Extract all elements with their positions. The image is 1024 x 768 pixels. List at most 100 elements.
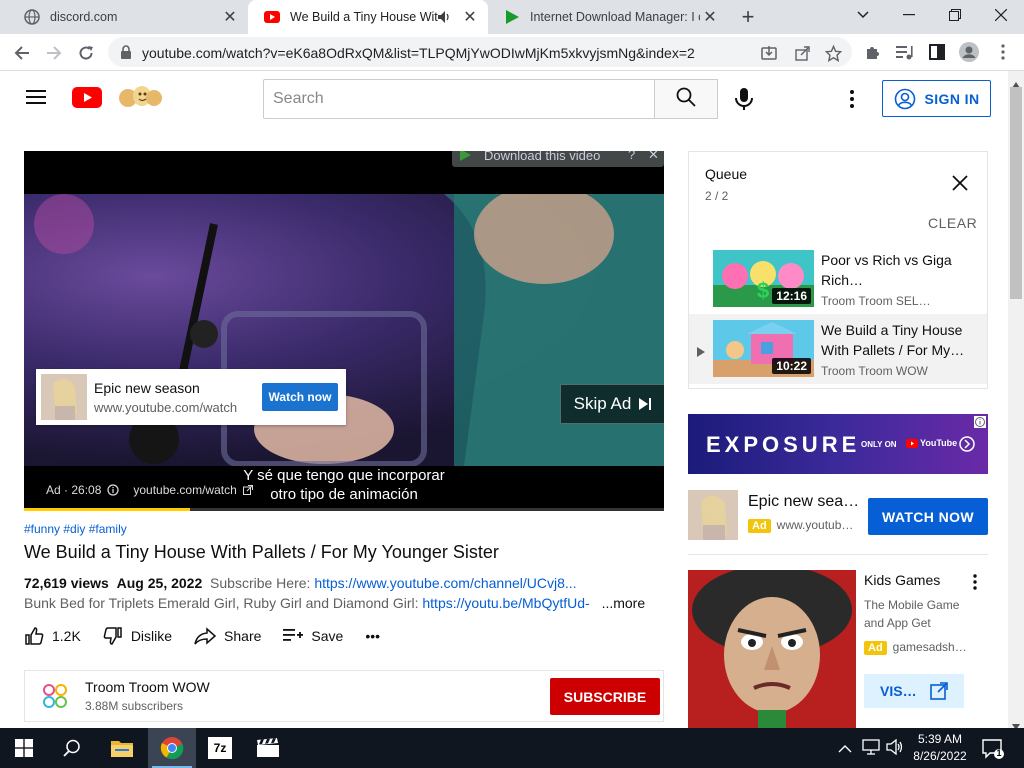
volume-icon[interactable] xyxy=(886,738,904,760)
settings-more-icon[interactable] xyxy=(850,90,854,113)
extensions-puzzle-icon[interactable] xyxy=(862,41,884,63)
more-actions-button[interactable]: ••• xyxy=(365,628,380,644)
subscribe-button[interactable]: SUBSCRIBE xyxy=(550,678,660,715)
clear-queue-button[interactable]: CLEAR xyxy=(928,215,977,231)
show-hidden-icons-icon[interactable] xyxy=(838,741,852,759)
7zip-taskbar-icon[interactable]: 7z xyxy=(196,728,244,768)
close-tab-icon[interactable]: ✕ xyxy=(220,7,240,27)
address-bar[interactable]: youtube.com/watch?v=eK6a8OdRxQM&list=TLP… xyxy=(108,37,852,67)
subtitle-caption: Y sé que tengo que incorporar otro tipo … xyxy=(228,466,460,504)
like-button[interactable]: 1.2K xyxy=(24,626,81,646)
hamburger-menu-icon[interactable] xyxy=(26,89,46,110)
tab-youtube[interactable]: We Build a Tiny House With ✕ xyxy=(248,0,488,34)
bookmark-star-icon[interactable] xyxy=(824,44,842,62)
close-tab-icon[interactable]: ✕ xyxy=(460,7,480,27)
ad-url-link[interactable]: youtube.com/watch xyxy=(133,483,236,497)
video-description[interactable]: Bunk Bed for Triplets Emerald Girl, Ruby… xyxy=(24,595,645,611)
close-tab-icon[interactable]: ✕ xyxy=(700,7,720,27)
minimize-button[interactable] xyxy=(886,0,932,30)
share-icon[interactable] xyxy=(794,44,812,62)
tab-discord[interactable]: discord.com ✕ xyxy=(8,0,248,34)
tab-search-icon[interactable] xyxy=(840,0,886,30)
external-link-icon[interactable] xyxy=(242,485,253,495)
exposure-banner-ad[interactable]: EXPOSURE ONLY ON YouTube xyxy=(688,414,988,474)
youtube-logo-icon[interactable] xyxy=(72,87,102,113)
queue-item-title: Poor vs Rich vs Giga Rich… xyxy=(821,252,952,288)
watch-now-button[interactable]: Watch now xyxy=(262,383,338,411)
share-button[interactable]: Share xyxy=(194,627,261,645)
svg-text:$: $ xyxy=(757,278,769,303)
back-arrow-icon[interactable] xyxy=(8,39,36,67)
forward-arrow-icon[interactable] xyxy=(40,39,68,67)
reload-icon[interactable] xyxy=(72,39,100,67)
ad-progress-bar[interactable] xyxy=(24,508,664,511)
tab-idm[interactable]: Internet Download Manager: I ca ✕ xyxy=(488,0,728,34)
network-icon[interactable] xyxy=(862,739,880,760)
download-play-icon xyxy=(458,151,472,165)
visit-site-button[interactable]: VIS… xyxy=(864,674,964,708)
search-icon xyxy=(676,87,696,112)
queue-item-title: We Build a Tiny House With Pallets / For… xyxy=(821,322,965,358)
install-app-icon[interactable] xyxy=(760,44,778,62)
speaker-icon[interactable] xyxy=(438,11,456,23)
file-explorer-icon[interactable] xyxy=(98,728,146,768)
scroll-thumb[interactable] xyxy=(1010,87,1022,299)
skip-ad-button[interactable]: Skip Ad xyxy=(560,384,664,424)
lock-icon[interactable] xyxy=(120,45,132,64)
queue-duration: 12:16 xyxy=(772,288,811,304)
hashtag-link[interactable]: #funny xyxy=(24,522,60,536)
sidebar-ad-epic[interactable]: Epic new sea… Ad www.youtub… WATCH NOW xyxy=(688,490,988,540)
channel-name[interactable]: Troom Troom WOW xyxy=(85,679,210,695)
watch-now-sidebar-button[interactable]: WATCH NOW xyxy=(868,498,988,535)
close-window-button[interactable] xyxy=(978,0,1024,30)
browser-menu-icon[interactable] xyxy=(992,41,1014,63)
notification-center-icon[interactable]: 1 xyxy=(982,738,1004,765)
channel-link[interactable]: https://www.youtube.com/channel/UCvj8... xyxy=(314,575,576,591)
windows-start-icon[interactable] xyxy=(0,728,48,768)
clapperboard-icon[interactable] xyxy=(244,728,292,768)
description-link[interactable]: https://youtu.be/MbQytfUd- xyxy=(422,595,589,611)
doodle-logo-icon[interactable] xyxy=(116,84,164,115)
download-help-button[interactable]: ? xyxy=(628,151,635,162)
ad-overlay-card[interactable]: Epic new season www.youtube.com/watch Wa… xyxy=(36,369,346,425)
ad-meta: Ad www.youtub… xyxy=(748,518,853,533)
hashtag-link[interactable]: #diy xyxy=(63,522,85,536)
ad-more-icon[interactable] xyxy=(973,574,977,595)
page-scrollbar[interactable] xyxy=(1008,71,1024,730)
queue-item[interactable]: $ 12:16 Poor vs Rich vs Giga Rich… Troom… xyxy=(689,244,987,314)
save-button[interactable]: Save xyxy=(283,628,343,644)
download-close-button[interactable]: ✕ xyxy=(648,151,659,163)
queue-thumbnail: $ 12:16 xyxy=(713,250,814,307)
close-queue-icon[interactable] xyxy=(951,174,969,197)
search-button[interactable] xyxy=(654,79,718,119)
restore-button[interactable] xyxy=(932,0,978,30)
info-icon[interactable] xyxy=(107,484,119,496)
ad-choices-icon[interactable] xyxy=(974,415,986,433)
download-video-bar[interactable]: Download this video ? ✕ xyxy=(452,151,664,167)
microphone-icon[interactable] xyxy=(734,87,754,116)
video-actions: 1.2K Dislike Share Save ••• xyxy=(24,622,402,650)
profile-avatar-icon[interactable] xyxy=(958,41,980,63)
sidebar-ad-kids-games[interactable]: Kids Games The Mobile Game and App Get A… xyxy=(688,570,988,728)
system-clock[interactable]: 5:39 AM 8/26/2022 xyxy=(908,731,972,765)
new-tab-button[interactable]: + xyxy=(736,4,760,29)
side-panel-icon[interactable] xyxy=(926,41,948,63)
sign-in-button[interactable]: SIGN IN xyxy=(882,80,991,117)
ad-thumbnail xyxy=(688,490,738,540)
channel-avatar[interactable] xyxy=(41,682,69,715)
hashtags: #funny #diy #family xyxy=(24,522,127,536)
ad-time: Ad · 26:08 xyxy=(46,483,102,497)
media-queue-icon[interactable] xyxy=(894,41,916,63)
show-more-button[interactable]: ...more xyxy=(602,595,646,611)
search-input[interactable]: Search xyxy=(263,79,655,119)
dislike-button[interactable]: Dislike xyxy=(103,626,172,646)
tab-title: Internet Download Manager: I ca xyxy=(530,10,700,24)
banner-arrow-icon[interactable] xyxy=(959,436,975,457)
chrome-taskbar-icon[interactable] xyxy=(148,728,196,768)
queue-item-current[interactable]: 10:22 We Build a Tiny House With Pallets… xyxy=(689,314,987,384)
hashtag-link[interactable]: #family xyxy=(89,522,127,536)
queue-panel: Queue 2 / 2 CLEAR $ 12:16 Poor vs Rich v… xyxy=(688,151,988,389)
video-player[interactable]: Download this video ? ✕ Epic new season … xyxy=(24,151,664,511)
taskbar-search-icon[interactable] xyxy=(48,728,96,768)
download-bar-label: Download this video xyxy=(484,151,601,163)
